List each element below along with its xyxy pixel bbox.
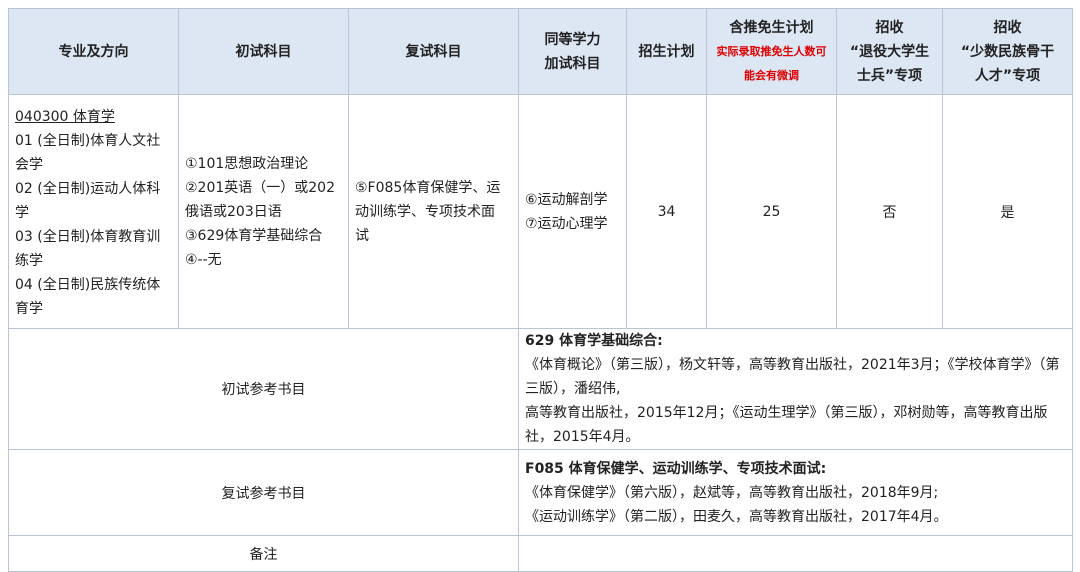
direction-line: 学 <box>15 205 29 221</box>
header-veteran-1: 招收 <box>875 19 904 36</box>
retest-subject: ⑤F085体育保健学、运 <box>355 179 501 196</box>
initial-subject: ④--无 <box>185 251 222 268</box>
initial-refs-label: 初试参考书目 <box>8 328 519 450</box>
major-code-link[interactable]: 040300 体育学 <box>15 105 172 129</box>
direction-line: 练学 <box>15 253 43 269</box>
initial-subject: ③629体育学基础综合 <box>185 227 323 244</box>
header-equiv-line1: 同等学力 <box>544 31 601 48</box>
retest-refs-title: F085 体育保健学、运动训练学、专项技术面试: <box>525 460 827 477</box>
remarks-value <box>518 535 1073 572</box>
initial-refs-line: 高等教育出版社，2015年12月；《运动生理学》（第三版），邓树勋等，高等教育出… <box>525 405 1048 445</box>
retest-subject: 动训练学、专项技术面 <box>355 203 495 220</box>
header-exempt: 含推免生计划 实际录取推免生人数可 能会有微调 <box>706 8 837 95</box>
header-initial: 初试科目 <box>178 8 349 95</box>
major-cell: 040300 体育学 01 (全日制)体育人文社 会学 02 (全日制)运动人体… <box>8 94 179 329</box>
direction-line: 育学 <box>15 301 43 317</box>
header-plan: 招生计划 <box>626 8 707 95</box>
equiv-subjects-cell: ⑥运动解剖学 ⑦运动心理学 <box>518 94 627 329</box>
retest-refs-line: 《体育保健学》（第六版），赵斌等，高等教育出版社，2018年9月; <box>525 484 939 501</box>
retest-refs-row: 复试参考书目 F085 体育保健学、运动训练学、专项技术面试: 《体育保健学》（… <box>8 449 1073 536</box>
header-equiv-line2: 加试科目 <box>544 55 601 72</box>
retest-refs-line: 《运动训练学》（第二版），田麦久，高等教育出版社，2017年4月。 <box>525 508 948 525</box>
equiv-subject: ⑥运动解剖学 <box>525 191 608 208</box>
initial-refs-content: 629 体育学基础综合: 《体育概论》（第三版），杨文轩等，高等教育出版社，20… <box>518 328 1073 450</box>
direction-line: 04 (全日制)民族传统体 <box>15 277 161 293</box>
header-exempt-note-2: 能会有微调 <box>744 68 799 82</box>
header-minority-3: 人才”专项 <box>974 67 1041 84</box>
header-veteran-3: 士兵”专项 <box>856 67 923 84</box>
header-retest: 复试科目 <box>348 8 519 95</box>
header-equiv: 同等学力 加试科目 <box>518 8 627 95</box>
initial-refs-row: 初试参考书目 629 体育学基础综合: 《体育概论》（第三版），杨文轩等，高等教… <box>8 328 1073 450</box>
plan-cell: 34 <box>626 94 707 329</box>
equiv-subject: ⑦运动心理学 <box>525 215 608 232</box>
retest-subjects-cell: ⑤F085体育保健学、运 动训练学、专项技术面 试 <box>348 94 519 329</box>
retest-refs-content: F085 体育保健学、运动训练学、专项技术面试: 《体育保健学》（第六版），赵斌… <box>518 449 1073 536</box>
veteran-cell: 否 <box>836 94 943 329</box>
exempt-cell: 25 <box>706 94 837 329</box>
direction-line: 03 (全日制)体育教育训 <box>15 229 161 245</box>
direction-line: 01 (全日制)体育人文社 <box>15 133 161 149</box>
header-minority-1: 招收 <box>993 19 1022 36</box>
retest-subject: 试 <box>355 227 369 244</box>
minority-cell: 是 <box>942 94 1073 329</box>
header-row: 专业及方向 初试科目 复试科目 同等学力 加试科目 招生计划 含推免生计划 实际… <box>8 8 1073 95</box>
header-exempt-note-1: 实际录取推免生人数可 <box>716 44 827 58</box>
retest-refs-label: 复试参考书目 <box>8 449 519 536</box>
remarks-row: 备注 <box>8 535 1073 572</box>
remarks-label: 备注 <box>8 535 519 572</box>
initial-subject: ②201英语（一）或202 <box>185 179 335 196</box>
direction-line: 会学 <box>15 157 43 173</box>
initial-refs-title: 629 体育学基础综合: <box>525 333 663 349</box>
admission-table: 专业及方向 初试科目 复试科目 同等学力 加试科目 招生计划 含推免生计划 实际… <box>8 8 1073 572</box>
header-major: 专业及方向 <box>8 8 179 95</box>
header-minority-2: “少数民族骨干 <box>960 43 1055 60</box>
header-veteran-2: “退役大学生 <box>849 43 930 60</box>
header-veteran: 招收 “退役大学生 士兵”专项 <box>836 8 943 95</box>
initial-refs-line: 《体育概论》（第三版），杨文轩等，高等教育出版社，2021年3月；《学校体育学》… <box>525 357 1060 397</box>
table-row: 040300 体育学 01 (全日制)体育人文社 会学 02 (全日制)运动人体… <box>8 94 1073 329</box>
initial-subject: ①101思想政治理论 <box>185 155 309 172</box>
direction-line: 02 (全日制)运动人体科 <box>15 181 161 197</box>
header-exempt-title: 含推免生计划 <box>729 19 814 36</box>
initial-subject: 俄语或203日语 <box>185 203 282 220</box>
initial-subjects-cell: ①101思想政治理论 ②201英语（一）或202 俄语或203日语 ③629体育… <box>178 94 349 329</box>
header-minority: 招收 “少数民族骨干 人才”专项 <box>942 8 1073 95</box>
